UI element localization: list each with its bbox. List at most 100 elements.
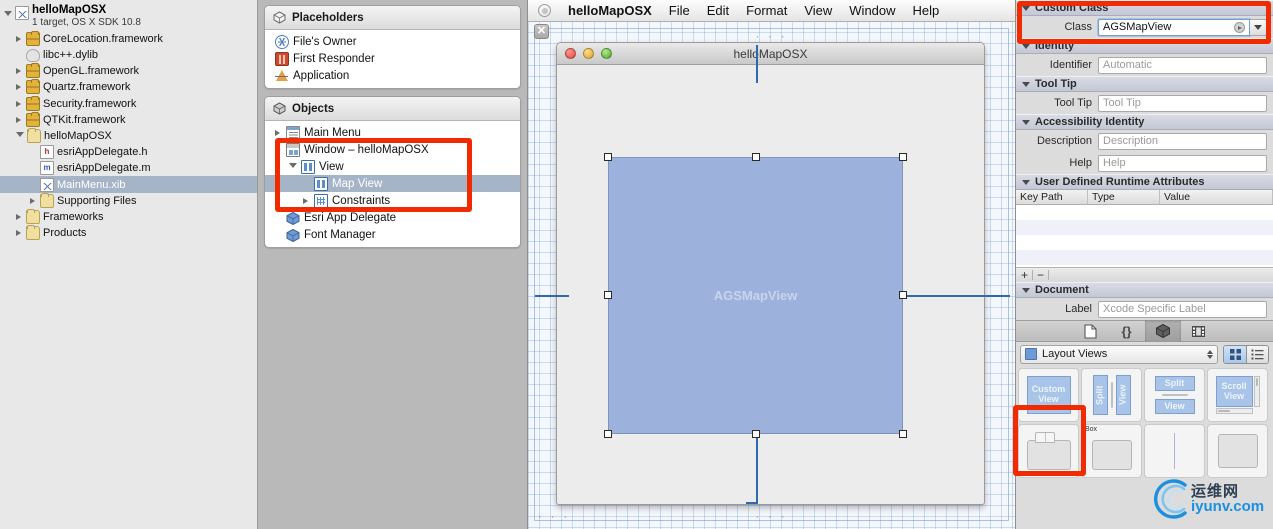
disclosure-triangle-open-icon[interactable] <box>4 11 12 19</box>
media-library-tab[interactable] <box>1181 320 1217 342</box>
udra-remove-button[interactable]: − <box>1037 268 1044 282</box>
disclosure-triangle-closed-icon[interactable] <box>16 116 23 123</box>
navigator-item-opengl-framework[interactable]: OpenGL.framework <box>0 63 257 79</box>
library-item-split-view-vertical[interactable]: Split View <box>1081 368 1142 422</box>
disclosure-triangle-closed-icon[interactable] <box>30 197 37 204</box>
library-item-tab-view[interactable] <box>1018 424 1079 478</box>
label-field-row[interactable]: Label Xcode Specific Label <box>1016 298 1273 320</box>
section-document[interactable]: Document <box>1016 282 1273 298</box>
placeholders-list[interactable]: File's Owner First Responder Application <box>265 30 520 88</box>
resize-handle-bottom-right[interactable] <box>898 429 907 438</box>
file-template-library-tab[interactable] <box>1073 320 1109 342</box>
section-identity[interactable]: Identity <box>1016 38 1273 54</box>
class-field-row[interactable]: Class AGSMapView <box>1016 16 1273 38</box>
identifier-input[interactable]: Automatic <box>1098 56 1267 74</box>
navigator-item-mainmenu-xib[interactable]: MainMenu.xib <box>0 176 257 193</box>
chevron-down-icon[interactable] <box>1022 43 1030 49</box>
navigator-item-frameworks[interactable]: Frameworks <box>0 208 257 225</box>
menu-item-app[interactable]: helloMapOSX <box>568 3 652 18</box>
library-item-scroll-view[interactable]: Scroll View <box>1207 368 1268 422</box>
simulated-window-body[interactable]: AGSMapView <box>535 45 1010 504</box>
library-category-select[interactable]: Layout Views <box>1020 344 1218 364</box>
class-stepper-icon[interactable] <box>1234 21 1245 33</box>
vertical-scrollbar[interactable] <box>1253 376 1260 407</box>
resize-handle-middle-left[interactable] <box>604 291 613 300</box>
chevron-down-icon[interactable] <box>1022 179 1030 185</box>
disclosure-triangle-closed-icon[interactable] <box>275 129 282 136</box>
resize-handle-middle-right[interactable] <box>898 291 907 300</box>
tooltip-field-row[interactable]: Tool Tip Tool Tip <box>1016 92 1273 114</box>
menu-item-help[interactable]: Help <box>913 3 940 18</box>
class-input[interactable]: AGSMapView <box>1098 18 1250 36</box>
udra-toolbar[interactable]: + − <box>1016 267 1273 282</box>
navigator-item-security-framework[interactable]: Security.framework <box>0 95 257 111</box>
tooltip-input[interactable]: Tool Tip <box>1098 94 1267 112</box>
object-library-grid[interactable]: Custom View Split View Split View Scroll… <box>1016 366 1273 480</box>
object-library-tab[interactable] <box>1144 320 1181 342</box>
navigator-item-supporting-files[interactable]: Supporting Files <box>0 192 257 209</box>
udra-table-body[interactable] <box>1016 205 1273 267</box>
placeholder-item-file-s-owner[interactable]: File's Owner <box>265 33 520 50</box>
menu-item-window[interactable]: Window <box>849 3 895 18</box>
section-tool-tip[interactable]: Tool Tip <box>1016 76 1273 92</box>
menu-item-format[interactable]: Format <box>746 3 787 18</box>
chevron-down-icon[interactable] <box>1022 287 1030 293</box>
class-dropdown-button[interactable] <box>1250 18 1267 36</box>
canvas-menubar[interactable]: helloMapOSX File Edit Format View Window… <box>528 0 1015 22</box>
description-field-row[interactable]: Description Description <box>1016 130 1273 152</box>
resize-handle-bottom-center[interactable] <box>751 429 760 438</box>
library-item-separator[interactable] <box>1144 424 1205 478</box>
object-item-window-hellomaposx[interactable]: Window – helloMapOSX <box>265 141 520 158</box>
disclosure-triangle-closed-icon[interactable] <box>16 35 23 42</box>
navigator-item-hellomaposx[interactable]: helloMapOSX <box>0 127 257 144</box>
library-item-gray-placeholder[interactable] <box>1207 424 1268 478</box>
design-canvas[interactable]: helloMapOSX File Edit Format View Window… <box>528 0 1015 529</box>
resize-handle-top-center[interactable] <box>751 153 760 162</box>
navigator-item-products[interactable]: Products <box>0 225 257 241</box>
project-root-row[interactable]: helloMapOSX 1 target, OS X SDK 10.8 <box>0 0 257 31</box>
simulated-window[interactable]: helloMapOSX AGSMapView <box>535 42 1010 505</box>
placeholder-item-application[interactable]: Application <box>265 67 520 84</box>
label-input[interactable]: Xcode Specific Label <box>1098 300 1267 318</box>
identity-inspector[interactable]: Custom Class Class AGSMapView Identity I… <box>1015 0 1273 529</box>
map-view-object[interactable]: AGSMapView <box>604 153 907 438</box>
navigator-list[interactable]: CoreLocation.framework libc++.dylib OpenGL… <box>0 30 257 241</box>
navigator-item-corelocation-framework[interactable]: CoreLocation.framework <box>0 30 257 47</box>
identifier-field-row[interactable]: Identifier Automatic <box>1016 54 1273 76</box>
objects-list[interactable]: Main Menu Window – helloMapOSX View Map Vie… <box>265 121 520 247</box>
library-item-box[interactable]: Box <box>1081 424 1142 478</box>
list-view-toggle[interactable] <box>1246 345 1268 363</box>
object-item-main-menu[interactable]: Main Menu <box>265 124 520 141</box>
resize-handle-top-right[interactable] <box>898 153 907 162</box>
chevron-down-icon[interactable] <box>1022 81 1030 87</box>
help-input[interactable]: Help <box>1098 154 1267 172</box>
object-item-font-manager[interactable]: Font Manager <box>265 226 520 243</box>
horizontal-scrollbar[interactable] <box>1215 408 1253 414</box>
object-item-constraints[interactable]: Constraints <box>265 192 520 209</box>
section-accessibility[interactable]: Accessibility Identity <box>1016 114 1273 130</box>
navigator-item-esriappdelegate-m[interactable]: m esriAppDelegate.m <box>0 160 257 176</box>
class-combobox[interactable]: AGSMapView <box>1098 18 1267 36</box>
navigator-item-qtkit-framework[interactable]: QTKit.framework <box>0 111 257 128</box>
section-udra[interactable]: User Defined Runtime Attributes <box>1016 174 1273 190</box>
disclosure-triangle-closed-icon[interactable] <box>16 100 23 107</box>
object-item-esri-app-delegate[interactable]: Esri App Delegate <box>265 209 520 226</box>
navigator-item-esriappdelegate-h[interactable]: h esriAppDelegate.h <box>0 144 257 160</box>
interface-builder-outline[interactable]: Placeholders File's Owner First Responder… <box>258 0 528 529</box>
project-navigator[interactable]: helloMapOSX 1 target, OS X SDK 10.8 Core… <box>0 0 258 529</box>
placeholder-item-first-responder[interactable]: First Responder <box>265 50 520 67</box>
object-item-view[interactable]: View <box>265 158 520 175</box>
menu-item-view[interactable]: View <box>804 3 832 18</box>
library-item-custom-view[interactable]: Custom View <box>1018 368 1079 422</box>
apple-menu-icon[interactable] <box>538 4 551 17</box>
navigator-item-quartz-framework[interactable]: Quartz.framework <box>0 79 257 95</box>
code-snippet-library-tab[interactable]: {} <box>1109 320 1145 342</box>
navigator-item-libc-dylib[interactable]: libc++.dylib <box>0 47 257 63</box>
canvas-close-icon[interactable]: ✕ <box>534 24 549 39</box>
select-stepper-icon[interactable] <box>1207 349 1213 359</box>
library-item-split-view-horizontal[interactable]: Split View <box>1144 368 1205 422</box>
section-custom-class[interactable]: Custom Class <box>1016 0 1273 16</box>
grid-view-toggle[interactable] <box>1224 345 1246 363</box>
chevron-down-icon[interactable] <box>1022 5 1030 11</box>
library-view-toggle[interactable] <box>1223 344 1269 364</box>
